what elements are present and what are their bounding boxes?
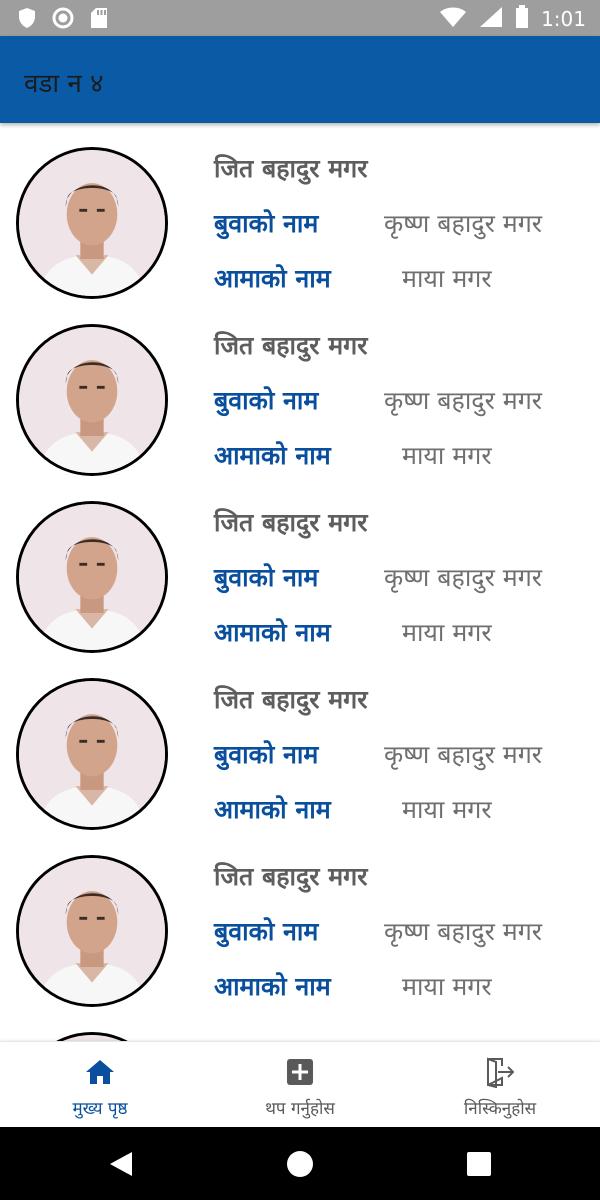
app-bar: वडा न ४ xyxy=(0,36,600,123)
back-icon[interactable] xyxy=(106,1149,136,1179)
father-value: कृष्ण बहादुर मगर xyxy=(384,563,542,592)
nav-label-home: मुख्य पृष्ठ xyxy=(72,1099,128,1119)
mother-value: माया मगर xyxy=(402,264,492,293)
person-list[interactable]: जित बहादुर मगर बुवाको नाम कृष्ण बहादुर म… xyxy=(0,123,600,1041)
father-label: बुवाको नाम xyxy=(214,563,319,592)
home-circle-icon[interactable] xyxy=(285,1149,315,1179)
system-nav-bar xyxy=(0,1127,600,1200)
home-icon xyxy=(84,1056,116,1088)
mother-label: आमाको नाम xyxy=(214,972,331,1001)
list-item[interactable]: जित बहादुर मगर बुवाको नाम कृष्ण बहादुर म… xyxy=(0,300,600,477)
status-time: 1:01 xyxy=(541,7,586,31)
nav-item-logout[interactable]: निस्किनुहोस xyxy=(400,1042,600,1128)
father-value: कृष्ण बहादुर मगर xyxy=(384,209,542,238)
person-name: जित बहादुर मगर xyxy=(214,685,368,714)
wifi-icon xyxy=(439,6,467,32)
signal-icon xyxy=(479,6,503,32)
mother-value: माया मगर xyxy=(402,972,492,1001)
list-item[interactable]: जित बहादुर मगर बुवाको नाम कृष्ण बहादुर म… xyxy=(0,654,600,831)
nav-item-add[interactable]: थप गर्नुहोस xyxy=(200,1042,400,1128)
add-box-icon xyxy=(284,1056,316,1088)
nav-label-logout: निस्किनुहोस xyxy=(463,1099,537,1119)
father-label: बुवाको नाम xyxy=(214,740,319,769)
sd-card-icon xyxy=(90,7,108,33)
list-item[interactable]: जित बहादुर मगर बुवाको नाम कृष्ण बहादुर म… xyxy=(0,831,600,1008)
mother-value: माया मगर xyxy=(402,618,492,647)
logout-icon xyxy=(484,1056,516,1089)
list-item[interactable]: जित बहादुर मगर बुवाको नाम कृष्ण बहादुर म… xyxy=(0,477,600,654)
avatar xyxy=(16,324,168,476)
nav-label-add: थप गर्नुहोस xyxy=(265,1099,335,1119)
battery-icon xyxy=(515,5,529,33)
mother-label: आमाको नाम xyxy=(214,795,331,824)
list-item[interactable]: जित बहादुर मगर बुवाको नाम कृष्ण बहादुर म… xyxy=(0,123,600,300)
person-name: जित बहादुर मगर xyxy=(214,862,368,891)
father-label: बुवाको नाम xyxy=(214,917,319,946)
status-left-icons xyxy=(18,7,108,33)
avatar xyxy=(16,1032,168,1041)
mother-label: आमाको नाम xyxy=(214,618,331,647)
father-value: कृष्ण बहादुर मगर xyxy=(384,386,542,415)
mother-label: आमाको नाम xyxy=(214,264,331,293)
father-value: कृष्ण बहादुर मगर xyxy=(384,917,542,946)
mother-value: माया मगर xyxy=(402,795,492,824)
father-label: बुवाको नाम xyxy=(214,386,319,415)
circle-icon xyxy=(52,7,74,33)
avatar xyxy=(16,855,168,1007)
father-value: कृष्ण बहादुर मगर xyxy=(384,740,542,769)
shield-icon xyxy=(18,7,36,33)
list-item-partial[interactable] xyxy=(0,1008,600,1041)
status-bar: 1:01 xyxy=(0,0,600,36)
avatar xyxy=(16,501,168,653)
avatar xyxy=(16,678,168,830)
nav-item-home[interactable]: मुख्य पृष्ठ xyxy=(0,1042,200,1128)
avatar xyxy=(16,147,168,299)
mother-label: आमाको नाम xyxy=(214,441,331,470)
person-name: जित बहादुर मगर xyxy=(214,154,368,183)
recents-icon[interactable] xyxy=(464,1149,494,1179)
father-label: बुवाको नाम xyxy=(214,209,319,238)
person-name: जित बहादुर मगर xyxy=(214,331,368,360)
status-right-icons: 1:01 xyxy=(439,5,586,33)
mother-value: माया मगर xyxy=(402,441,492,470)
bottom-nav: मुख्य पृष्ठ थप गर्नुहोस निस्किनुहोस xyxy=(0,1041,600,1127)
page-title: वडा न ४ xyxy=(24,69,104,99)
person-name: जित बहादुर मगर xyxy=(214,508,368,537)
